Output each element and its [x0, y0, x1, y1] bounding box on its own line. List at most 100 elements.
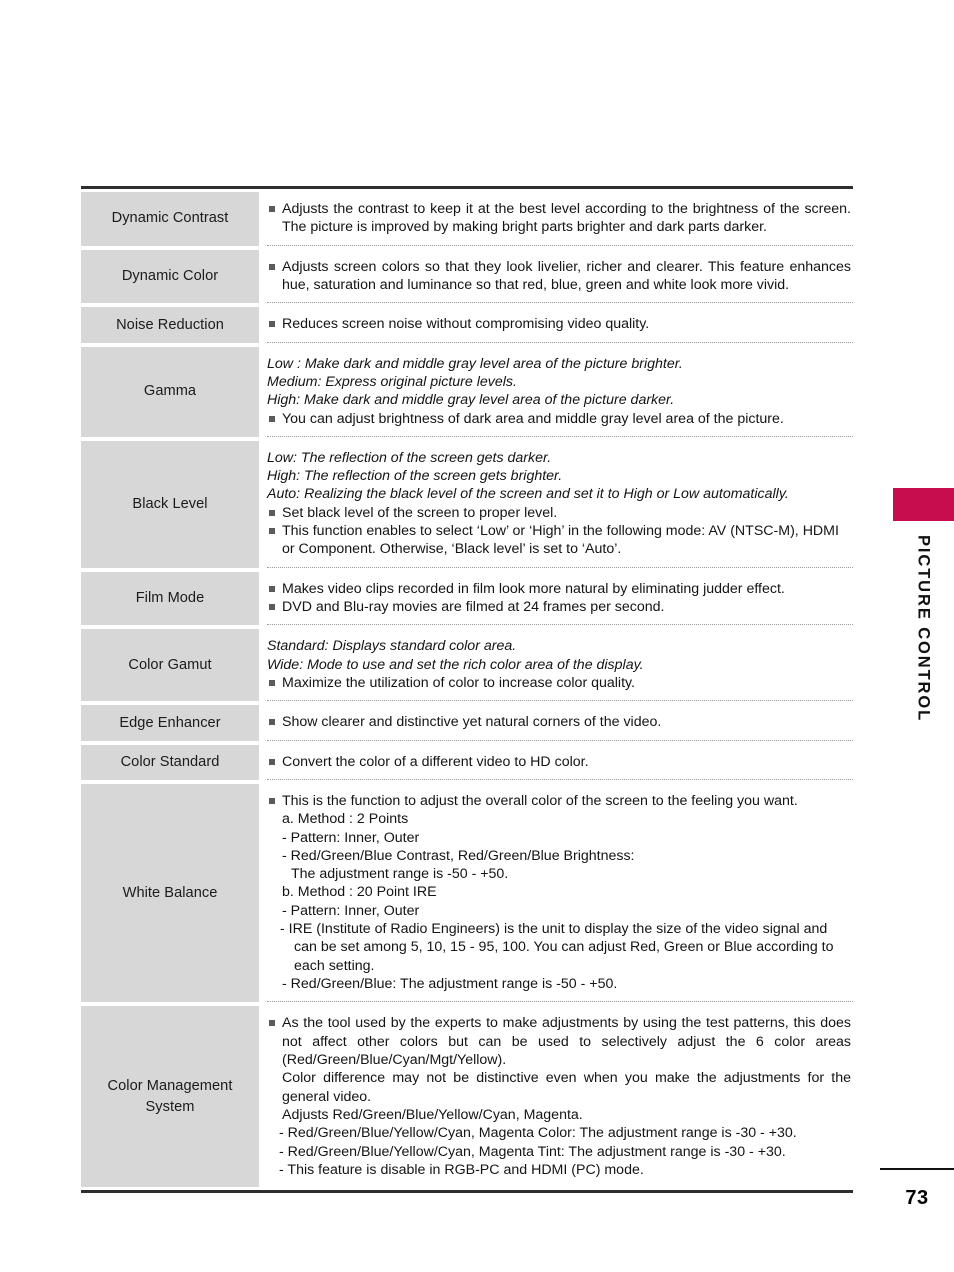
row-description-inner: As the tool used by the experts to make …: [267, 1014, 853, 1179]
row-label-box: Dynamic Contrast: [81, 192, 259, 246]
row-label-box: Dynamic Color: [81, 249, 259, 304]
description-line: This function enables to select ‘Low’ or…: [267, 522, 851, 559]
row-label-text: Black Level: [132, 495, 208, 512]
description-line: b. Method : 20 Point IRE: [282, 884, 437, 901]
table-row: Dynamic Contrast Adjusts the contrast to …: [81, 192, 853, 246]
row-label-box: Black Level: [81, 440, 259, 568]
row-description-cell: Convert the color of a different video t…: [267, 745, 853, 780]
row-label-cell: Dynamic Contrast: [81, 192, 259, 246]
description-line: - Pattern: Inner, Outer: [282, 902, 420, 919]
row-description-cell: Reduces screen noise without compromisin…: [267, 307, 853, 343]
table-row: Black Level Low: The reflection of the sc…: [81, 440, 853, 568]
table-body: Dynamic Contrast Adjusts the contrast to …: [81, 192, 853, 1188]
row-label-box: Color Standard: [81, 744, 259, 780]
row-label-cell: White Balance: [81, 783, 259, 1003]
chapter-title: PICTURE CONTROL: [914, 535, 933, 723]
description-line: Reduces screen noise without compromisin…: [267, 315, 851, 333]
description-line: Standard: Displays standard color area.: [267, 638, 517, 655]
row-description: Adjusts the contrast to keep it at the b…: [267, 192, 853, 245]
specification-table: Dynamic Contrast Adjusts the contrast to …: [81, 192, 853, 1188]
row-description-cell: As the tool used by the experts to make …: [267, 1006, 853, 1187]
description-line: Adjusts the contrast to keep it at the b…: [267, 200, 851, 237]
description-line: - Pattern: Inner, Outer: [282, 829, 420, 846]
description-line: Convert the color of a different video t…: [267, 753, 851, 771]
row-description-inner: Makes video clips recorded in film look …: [267, 580, 853, 617]
table-row: White Balance This is the function to adj…: [81, 783, 853, 1003]
row-label-cell: Color Standard: [81, 744, 259, 780]
row-label-text: Dynamic Color: [121, 268, 219, 285]
description-line: Wide: Mode to use and set the rich color…: [267, 656, 644, 673]
description-line: This is the function to adjust the overa…: [267, 792, 851, 810]
row-label-box: Edge Enhancer: [81, 705, 259, 741]
description-line: Color difference may not be distinctive …: [282, 1070, 851, 1105]
row-label-text: Color Standard: [120, 753, 220, 770]
description-line: Makes video clips recorded in film look …: [267, 580, 851, 598]
table-row: Color Management System As the tool used b…: [81, 1006, 853, 1188]
row-description-inner: Adjusts screen colors so that they look …: [267, 258, 853, 295]
table-row: Color Standard Convert the color of a dif…: [81, 744, 853, 780]
description-line: Low : Make dark and middle gray level ar…: [267, 355, 683, 372]
row-label-text: White Balance: [122, 884, 218, 901]
row-gutter: [259, 784, 267, 1002]
row-description: Makes video clips recorded in film look …: [267, 572, 853, 625]
row-gutter: [259, 192, 267, 246]
row-description: Low: The reflection of the screen gets d…: [267, 441, 853, 567]
footer-rule: [880, 1168, 954, 1170]
row-label-box: Noise Reduction: [81, 307, 259, 343]
row-label-text: Edge Enhancer: [119, 714, 221, 731]
description-line: High: Make dark and middle gray level ar…: [267, 392, 675, 409]
row-label-text: Color Gamut: [128, 656, 212, 673]
row-gutter: [259, 629, 267, 701]
row-description-inner: Reduces screen noise without compromisin…: [267, 315, 853, 333]
row-gutter: [259, 441, 267, 568]
row-gutter: [259, 572, 267, 626]
description-line: DVD and Blu-ray movies are filmed at 24 …: [267, 598, 851, 616]
description-line: - Red/Green/Blue/Yellow/Cyan, Magenta Ti…: [279, 1143, 786, 1160]
row-description-cell: Low: The reflection of the screen gets d…: [267, 441, 853, 568]
row-description: Reduces screen noise without compromisin…: [267, 307, 853, 341]
row-description-cell: Makes video clips recorded in film look …: [267, 572, 853, 626]
row-description: Standard: Displays standard color area. W…: [267, 629, 853, 700]
chapter-side-tab: PICTURE CONTROL: [893, 488, 954, 722]
table-row: Edge Enhancer Show clearer and distinctiv…: [81, 705, 853, 741]
row-description-cell: Adjusts the contrast to keep it at the b…: [267, 192, 853, 246]
row-description: Show clearer and distinctive yet natural…: [267, 705, 853, 739]
row-description: Adjusts screen colors so that they look …: [267, 250, 853, 303]
description-line: You can adjust brightness of dark area a…: [267, 410, 851, 428]
page-number: 73: [905, 1187, 929, 1209]
table-row: Film Mode Makes video clips recorded in f…: [81, 571, 853, 626]
description-line: High: The reflection of the screen gets …: [267, 468, 563, 485]
table-row: Gamma Low : Make dark and middle gray lev…: [81, 346, 853, 437]
row-description-cell: Low : Make dark and middle gray level ar…: [267, 347, 853, 437]
chapter-marker: [893, 488, 954, 521]
description-line: - This feature is disable in RGB-PC and …: [279, 1161, 644, 1178]
description-line: Low: The reflection of the screen gets d…: [267, 449, 552, 466]
row-description: Low : Make dark and middle gray level ar…: [267, 347, 853, 436]
row-description-inner: Convert the color of a different video t…: [267, 753, 853, 771]
row-label-box: Color Management System: [81, 1006, 259, 1188]
description-line: Adjusts screen colors so that they look …: [267, 258, 851, 295]
row-description-cell: Standard: Displays standard color area. W…: [267, 629, 853, 702]
row-gutter: [259, 307, 267, 342]
row-description: Convert the color of a different video t…: [267, 745, 853, 779]
row-label-cell: Color Management System: [81, 1006, 259, 1188]
row-description: As the tool used by the experts to make …: [267, 1006, 853, 1187]
description-line: Adjusts Red/Green/Blue/Yellow/Cyan, Mage…: [282, 1106, 583, 1123]
description-line: The adjustment range is -50 - +50.: [291, 866, 509, 883]
description-line: Auto: Realizing the black level of the s…: [267, 486, 789, 503]
row-description-cell: Adjusts screen colors so that they look …: [267, 250, 853, 304]
row-label-box: White Balance: [81, 783, 259, 1003]
row-description-inner: Adjusts the contrast to keep it at the b…: [267, 200, 853, 237]
row-label-cell: Black Level: [81, 440, 259, 568]
document-page: PICTURE CONTROL 73 Dynamic Contrast Adjus…: [0, 0, 954, 1272]
row-label-box: Film Mode: [81, 571, 259, 626]
description-line: - IRE (Institute of Radio Engineers) is …: [280, 921, 834, 974]
row-description-cell: Show clearer and distinctive yet natural…: [267, 705, 853, 741]
page-footer: 73: [880, 1168, 954, 1210]
row-description-inner: Low : Make dark and middle gray level ar…: [267, 355, 853, 428]
row-description-inner: Standard: Displays standard color area. W…: [267, 637, 853, 692]
row-label-text: Film Mode: [135, 590, 205, 607]
row-description-cell: This is the function to adjust the overa…: [267, 784, 853, 1003]
row-description-inner: This is the function to adjust the overa…: [267, 792, 853, 993]
description-line: a. Method : 2 Points: [282, 811, 409, 828]
